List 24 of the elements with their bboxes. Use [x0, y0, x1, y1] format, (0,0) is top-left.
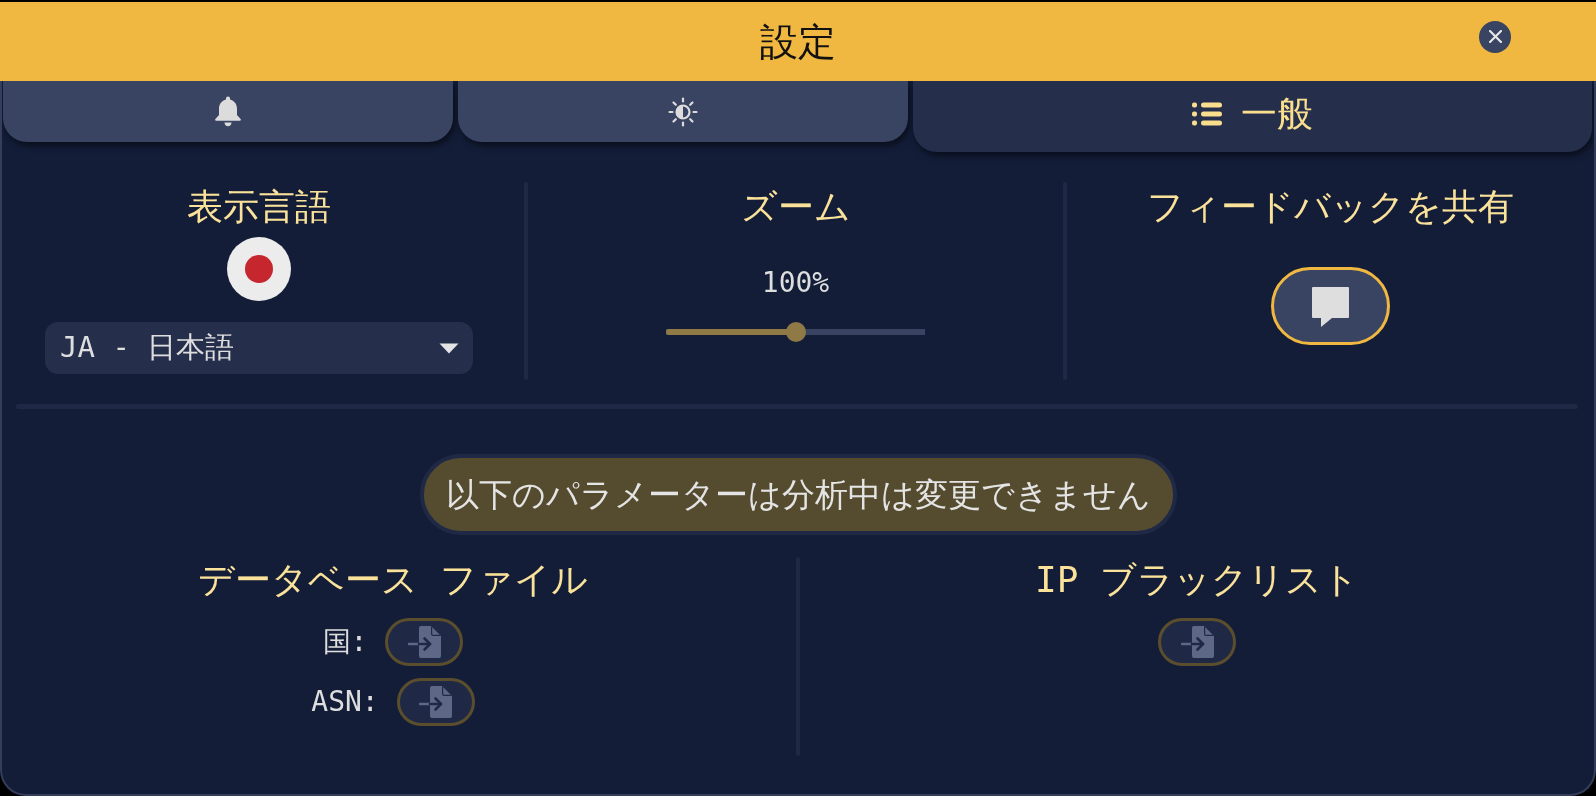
section-heading: フィードバックを共有 [1147, 185, 1514, 229]
window-title: 設定 [760, 18, 836, 65]
notice-banner: 以下のパラメーターは分析中は変更できません [419, 454, 1177, 535]
brightness-icon [668, 96, 698, 127]
field-label: ASN: [311, 685, 379, 719]
close-icon [1488, 30, 1502, 43]
list-icon [1192, 101, 1222, 126]
close-button[interactable] [1479, 20, 1511, 53]
language-dropdown[interactable]: JA - 日本語 [45, 322, 473, 374]
section-heading: 表示言語 [187, 185, 331, 229]
slider-thumb[interactable] [785, 322, 806, 342]
tab[interactable]: 一般 [913, 81, 1592, 152]
file-arrow-icon [1180, 626, 1214, 658]
zoom-value: 100% [761, 266, 830, 300]
bell-icon [214, 96, 242, 127]
file-arrow-icon [419, 686, 453, 718]
flag-icon [227, 237, 291, 301]
section-heading: ズーム [740, 185, 851, 229]
field-label: 国: [322, 625, 368, 659]
file-arrow-icon [407, 626, 441, 658]
caret-icon [439, 342, 459, 354]
section-heading: データベース ファイル [198, 558, 588, 602]
chat-bubble-icon [1312, 287, 1349, 327]
section-heading: IP ブラックリスト [1035, 558, 1359, 602]
